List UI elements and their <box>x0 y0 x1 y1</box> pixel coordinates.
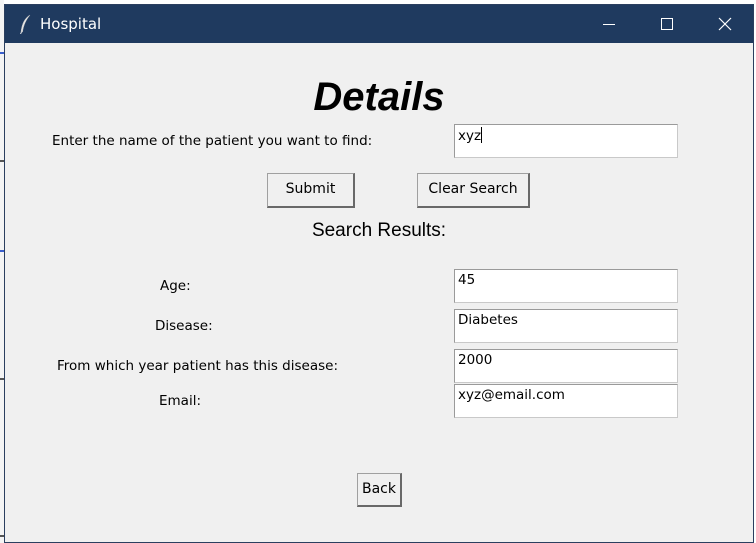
minimize-icon <box>603 24 615 25</box>
age-field[interactable]: 45 <box>454 269 678 303</box>
year-label: From which year patient has this disease… <box>57 358 338 374</box>
feather-icon <box>18 14 34 35</box>
maximize-button[interactable] <box>638 5 696 43</box>
year-field[interactable]: 2000 <box>454 349 678 383</box>
patient-name-value: xyz <box>458 128 482 144</box>
title-bar[interactable]: Hospital <box>5 5 753 43</box>
search-results-title: Search Results: <box>311 220 447 241</box>
back-button[interactable]: Back <box>357 473 402 507</box>
disease-field[interactable]: Diabetes <box>454 309 678 343</box>
minimize-button[interactable] <box>580 5 638 43</box>
search-prompt-label: Enter the name of the patient you want t… <box>52 133 373 149</box>
email-label: Email: <box>159 393 202 409</box>
submit-button[interactable]: Submit <box>267 173 355 208</box>
patient-name-input[interactable]: xyz <box>454 124 678 158</box>
email-field[interactable]: xyz@email.com <box>454 384 678 418</box>
hospital-window: Hospital Details Enter the name of the p… <box>4 4 754 543</box>
maximize-icon <box>661 18 673 30</box>
clear-search-button[interactable]: Clear Search <box>417 173 530 208</box>
age-label: Age: <box>160 278 191 294</box>
page-title: Details <box>313 75 445 119</box>
window-title: Hospital <box>40 15 102 33</box>
close-icon <box>718 17 732 31</box>
disease-label: Disease: <box>155 318 213 334</box>
text-caret <box>481 127 483 143</box>
close-button[interactable] <box>696 5 754 43</box>
